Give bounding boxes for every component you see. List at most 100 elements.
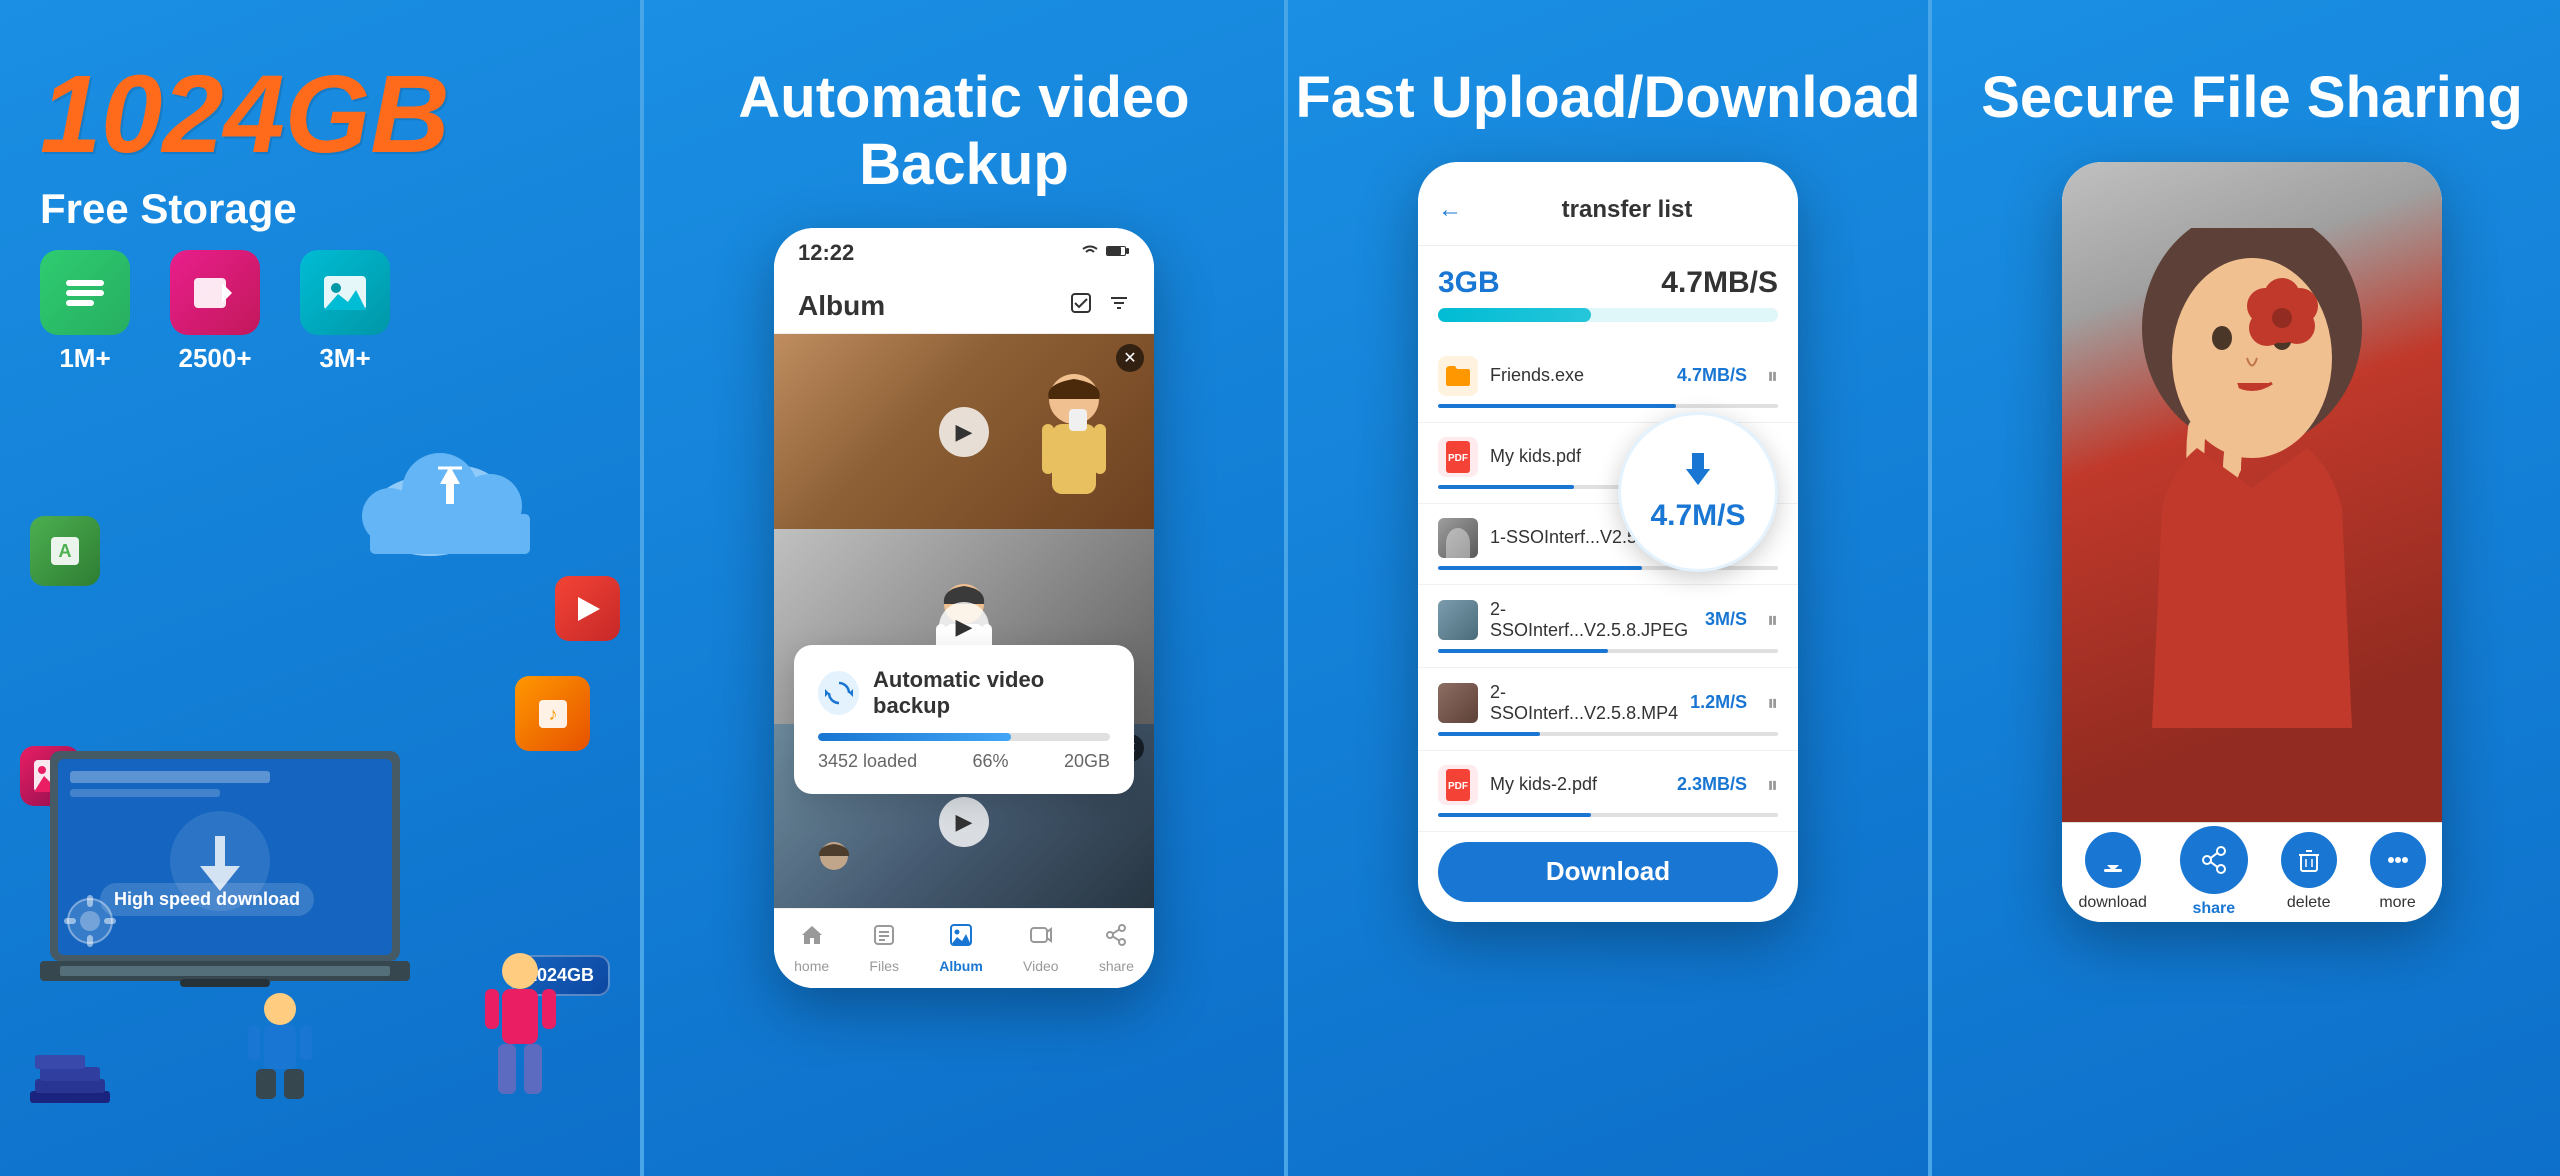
pause-icon-mykids2[interactable]: ⏸ (1767, 772, 1778, 798)
progress-gb: 20GB (1064, 751, 1110, 772)
music-float-icon: ♪ (515, 676, 590, 751)
delete-action-label: delete (2287, 894, 2331, 912)
download-action-label: download (2078, 894, 2147, 912)
storage-label: Free Storage (40, 185, 297, 233)
current-speed: 4.7MB/S (1661, 266, 1778, 300)
transfer-speed-bar (1438, 308, 1778, 322)
item-speed-mykids2: 2.3MB/S (1677, 774, 1747, 795)
videos-count: 2500+ (178, 343, 251, 374)
more-action[interactable]: more (2370, 832, 2426, 912)
play-button-1[interactable]: ▶ (939, 407, 989, 457)
speed-badge-circle: 4.7M/S (1618, 412, 1778, 572)
friends-progress-bar (1438, 404, 1778, 408)
pdf-icon-2: PDF (1438, 765, 1478, 805)
item-name-sso2: 2-SSOInterf...V2.5.8.JPEG (1490, 599, 1693, 641)
download-speed-label: High speed download (100, 883, 314, 916)
share-bottom-bar: download share (2062, 822, 2442, 922)
svg-text:PDF: PDF (1448, 453, 1468, 464)
backup-title: Automatic video Backup (738, 65, 1189, 198)
icon-item-videos: 2500+ (170, 250, 260, 374)
thumb-sso2 (1438, 600, 1478, 640)
speed-bar-fill (1438, 308, 1591, 322)
item-speed-friends: 4.7MB/S (1677, 365, 1747, 386)
files-icon (872, 923, 896, 954)
pause-icon-friends[interactable]: ⏸ (1767, 363, 1778, 389)
transfer-item-mykids2: PDF My kids-2.pdf 2.3MB/S ⏸ (1418, 751, 1798, 832)
nav-files[interactable]: Files (869, 923, 899, 974)
battery-icon (1106, 244, 1130, 263)
more-action-circle (2370, 832, 2426, 888)
download-action[interactable]: download (2078, 832, 2147, 912)
speed-badge-value: 4.7M/S (1650, 499, 1745, 533)
more-action-label: more (2379, 894, 2415, 912)
album-title: Album (798, 290, 885, 322)
video-float-icon (555, 576, 620, 641)
section-sharing: Secure File Sharing 12:22 (1932, 0, 2560, 1176)
item-name-friends: Friends.exe (1490, 365, 1665, 386)
sharing-title: Secure File Sharing (1981, 65, 2523, 132)
transfer-phone-header: ← transfer list (1418, 176, 1798, 246)
backup-progress-fill (818, 733, 1011, 741)
sso2-progress-bar (1438, 649, 1778, 653)
nav-video[interactable]: Video (1023, 923, 1059, 974)
nav-album[interactable]: Album (939, 923, 983, 974)
svg-text:PDF: PDF (1448, 781, 1468, 792)
folder-icon (1438, 356, 1478, 396)
person-standing (480, 951, 560, 1116)
album-icon (949, 923, 973, 954)
wifi-icon (1080, 244, 1100, 263)
share-action[interactable]: share (2180, 826, 2248, 918)
pause-icon-sso2[interactable]: ⏸ (1767, 607, 1778, 633)
illustration: A ♪ (0, 396, 640, 1176)
nav-share[interactable]: share (1099, 923, 1134, 974)
transfer-title: Fast Upload/Download (1295, 65, 1920, 132)
back-arrow-icon[interactable]: ← (1438, 196, 1462, 224)
filter-icon (1108, 292, 1130, 320)
icon-item-documents: 1M+ (40, 250, 130, 374)
videos-icon (170, 250, 260, 335)
share-phone-mockup: 12:22 (2062, 162, 2442, 922)
share-action-circle (2180, 826, 2248, 894)
speed-bar-labels: 3GB 4.7MB/S (1438, 266, 1778, 300)
thumb-sso1 (1438, 518, 1478, 558)
progress-percent: 66% (973, 751, 1009, 772)
phone-nav-bar: home Files (774, 908, 1154, 988)
download-button[interactable]: Download (1438, 842, 1778, 902)
storage-size: 3GB (1438, 266, 1500, 300)
download-action-circle (2085, 832, 2141, 888)
gear-icon (60, 891, 120, 956)
nav-share-label: share (1099, 958, 1134, 974)
storage-amount: 1024GB (40, 60, 450, 170)
backup-popup-title: Automatic video backup (873, 667, 1110, 719)
items-loaded: 3452 loaded (818, 751, 917, 772)
cloud-icon (360, 446, 540, 561)
backup-popup: Automatic video backup 3452 loaded 66% 2… (794, 645, 1134, 794)
photos-count: 3M+ (319, 343, 370, 374)
checkmark-icon (1070, 292, 1092, 320)
phone-time: 12:22 (798, 240, 854, 266)
icon-item-photos: 3M+ (300, 250, 390, 374)
play-button-2[interactable]: ▶ (939, 602, 989, 652)
transfer-item-sso2: 2-SSOInterf...V2.5.8.JPEG 3M/S ⏸ (1418, 585, 1798, 668)
nav-album-label: Album (939, 958, 983, 974)
transfer-items-list: Friends.exe 4.7MB/S ⏸ PDF (1418, 332, 1798, 842)
album-header-icons (1070, 292, 1130, 320)
photos-icon (300, 250, 390, 335)
nav-home[interactable]: home (794, 923, 829, 974)
video-thumb-1[interactable]: ▶ ✕ (774, 334, 1154, 529)
backup-popup-header: Automatic video backup (818, 667, 1110, 719)
speed-bar-section: 3GB 4.7MB/S (1418, 246, 1798, 332)
status-icons (1080, 244, 1130, 263)
backup-progress-labels: 3452 loaded 66% 20GB (818, 751, 1110, 772)
section-transfer: Fast Upload/Download ← transfer list 3GB… (1288, 0, 1928, 1176)
item-name-sso3: 2-SSOInterf...V2.5.8.MP4 (1490, 682, 1678, 724)
pause-icon-sso3[interactable]: ⏸ (1767, 690, 1778, 716)
transfer-phone-mockup: ← transfer list 3GB 4.7MB/S (1418, 162, 1798, 922)
delete-action[interactable]: delete (2281, 832, 2337, 912)
play-button-3[interactable]: ▶ (939, 797, 989, 847)
doc-float-icon: A (30, 516, 100, 586)
woman-face (2112, 228, 2392, 733)
transfer-item-sso3: 2-SSOInterf...V2.5.8.MP4 1.2M/S ⏸ (1418, 668, 1798, 751)
phone-album-header: Album (774, 278, 1154, 334)
storage-icons-row: 1M+ 2500+ 3M+ (40, 250, 390, 374)
